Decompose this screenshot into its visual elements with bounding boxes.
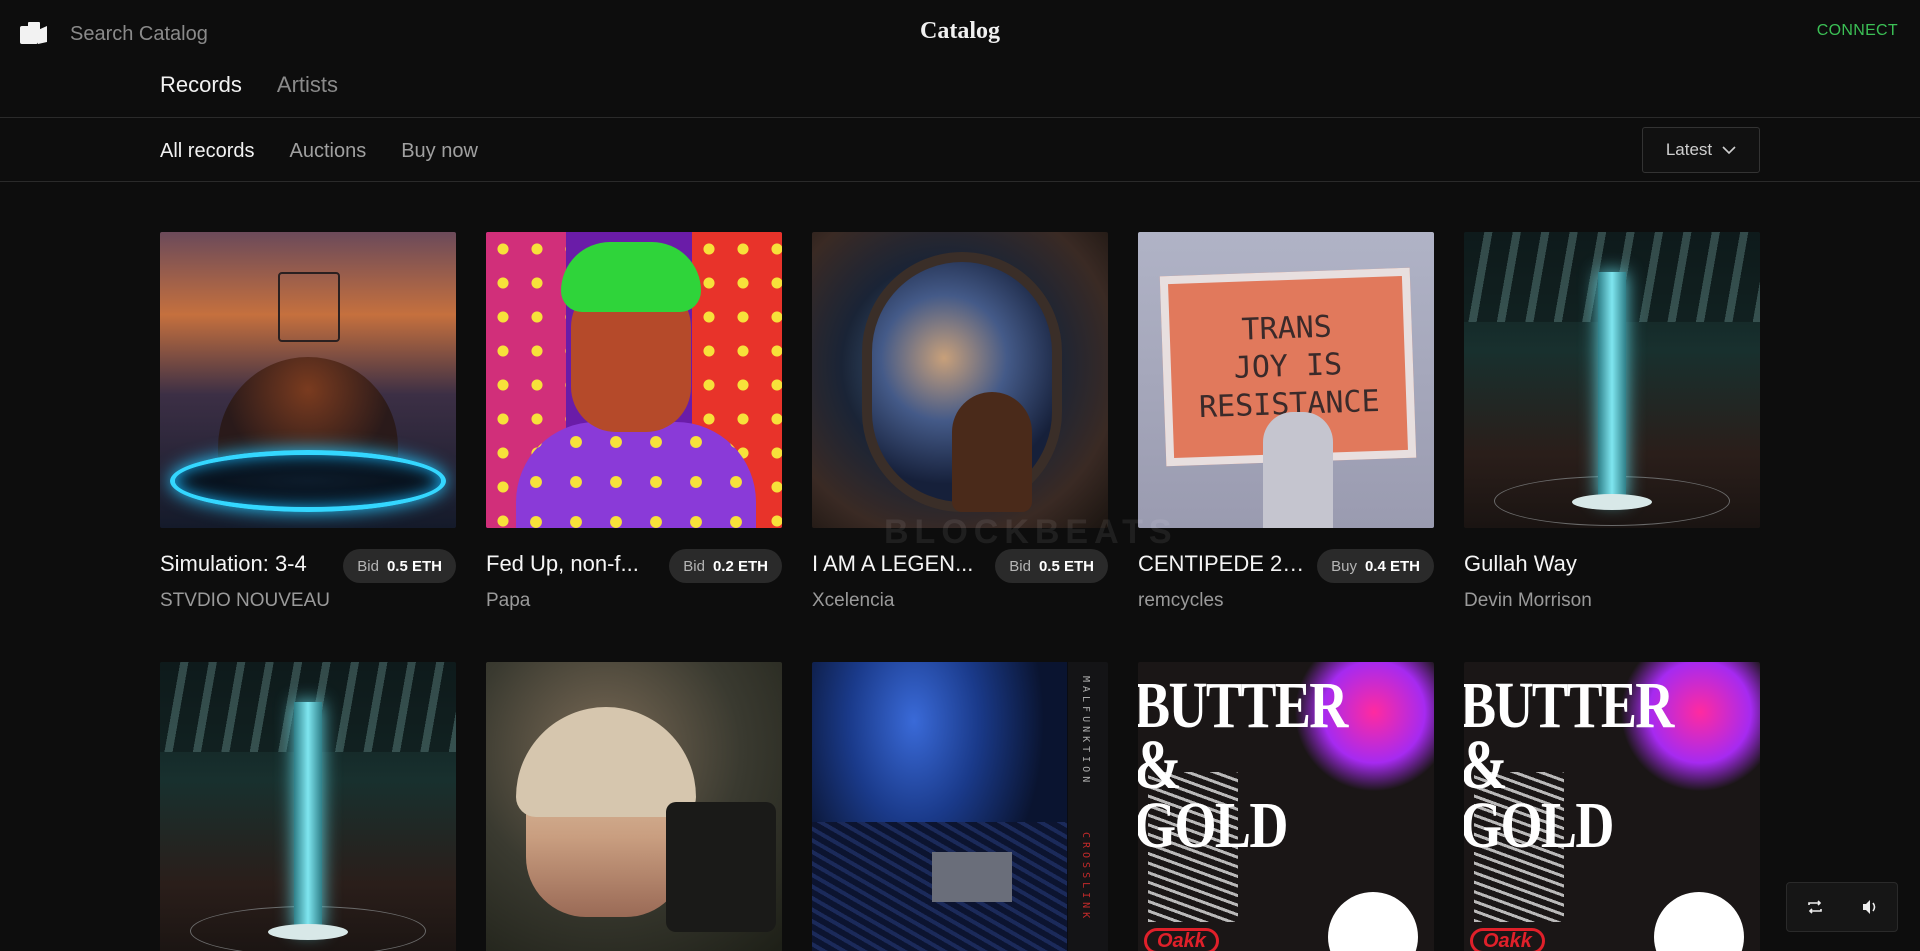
filter-auctions[interactable]: Auctions — [289, 140, 366, 163]
record-artwork[interactable]: BUTTER & GOLD Oakk — [1138, 662, 1434, 951]
record-card[interactable]: BUTTER & GOLD Oakk — [1138, 662, 1434, 951]
record-title[interactable]: Simulation: 3-4 — [160, 551, 307, 577]
record-title[interactable]: Gullah Way — [1464, 551, 1577, 577]
top-bar: Catalog CONNECT — [0, 0, 1920, 66]
record-card[interactable]: I AM A LEGEN... Bid 0.5 ETH Xcelencia — [812, 232, 1108, 611]
tab-artists[interactable]: Artists — [277, 72, 338, 98]
volume-button[interactable] — [1856, 893, 1884, 921]
price-kind: Bid — [357, 557, 379, 575]
catalog-logo-icon[interactable] — [20, 20, 48, 44]
sort-dropdown[interactable]: Latest — [1642, 127, 1760, 173]
artwork-strip-text: MALFUNKTION — [1080, 676, 1091, 787]
record-card[interactable] — [160, 662, 456, 951]
record-artwork[interactable] — [812, 232, 1108, 528]
price-kind: Bid — [683, 557, 705, 575]
filter-buy-now[interactable]: Buy now — [401, 140, 478, 163]
record-artwork[interactable]: BUTTER & GOLD Oakk — [1464, 662, 1760, 951]
watermark: BLOCKBEATS — [884, 513, 1178, 551]
record-artist[interactable]: Devin Morrison — [1464, 590, 1592, 612]
record-card[interactable]: BUTTER & GOLD Oakk — [1464, 662, 1760, 951]
artwork-label-logo: Oakk — [1470, 928, 1545, 951]
record-card[interactable]: Simulation: 3-4 Bid 0.5 ETH STVDIO NOUVE… — [160, 232, 456, 611]
record-artwork[interactable]: MALFUNKTION CROSSLINK — [812, 662, 1108, 951]
filter-tabs: All records Auctions Buy now — [160, 140, 478, 163]
record-artist[interactable]: Papa — [486, 590, 530, 612]
price-badge[interactable]: Buy 0.4 ETH — [1317, 549, 1434, 583]
price-value: 0.4 ETH — [1364, 557, 1420, 575]
filter-all-records[interactable]: All records — [160, 140, 254, 163]
chevron-down-icon — [1722, 146, 1736, 155]
tab-records[interactable]: Records — [160, 72, 242, 98]
record-artwork[interactable] — [160, 232, 456, 528]
record-title[interactable]: CENTIPEDE 2.... — [1138, 551, 1306, 577]
record-artwork[interactable] — [1464, 232, 1760, 528]
record-artwork[interactable] — [486, 232, 782, 528]
record-artwork[interactable] — [160, 662, 456, 951]
price-value: 0.2 ETH — [712, 557, 768, 575]
repeat-button[interactable] — [1801, 893, 1829, 921]
record-artwork[interactable] — [486, 662, 782, 951]
sort-label: Latest — [1665, 140, 1713, 159]
price-value: 0.5 ETH — [386, 557, 442, 575]
artwork-label-logo: Oakk — [1144, 928, 1219, 951]
price-kind: Bid — [1009, 557, 1031, 575]
price-value: 0.5 ETH — [1038, 557, 1094, 575]
price-badge[interactable]: Bid 0.2 ETH — [669, 549, 782, 583]
artwork-title-text: BUTTER & GOLD — [1138, 669, 1348, 862]
repeat-icon — [1807, 900, 1822, 914]
record-card[interactable]: TRANS JOY IS RESISTANCE CENTIPEDE 2.... … — [1138, 232, 1434, 611]
volume-icon — [1862, 900, 1875, 914]
search-input[interactable] — [70, 20, 390, 48]
record-title[interactable]: Fed Up, non-f... — [486, 551, 639, 577]
record-card[interactable] — [486, 662, 782, 951]
main-tabs: Records Artists — [160, 72, 338, 98]
price-badge[interactable]: Bid 0.5 ETH — [343, 549, 456, 583]
artwork-strip-text: CROSSLINK — [1080, 832, 1091, 923]
record-artist[interactable]: remcycles — [1138, 590, 1224, 612]
header-divider — [0, 117, 1920, 118]
filter-divider — [0, 181, 1920, 182]
record-title[interactable]: I AM A LEGEN... — [812, 551, 973, 577]
record-card[interactable]: MALFUNKTION CROSSLINK — [812, 662, 1108, 951]
record-artwork[interactable]: TRANS JOY IS RESISTANCE — [1138, 232, 1434, 528]
player-controls — [1786, 882, 1898, 932]
artwork-title-text: BUTTER & GOLD — [1464, 669, 1674, 862]
record-artist[interactable]: Xcelencia — [812, 590, 894, 612]
record-card[interactable]: Fed Up, non-f... Bid 0.2 ETH Papa — [486, 232, 782, 611]
price-kind: Buy — [1331, 557, 1357, 575]
price-badge[interactable]: Bid 0.5 ETH — [995, 549, 1108, 583]
connect-button[interactable]: CONNECT — [1817, 22, 1898, 40]
record-artist[interactable]: STVDIO NOUVEAU — [160, 590, 330, 612]
page-title[interactable]: Catalog — [920, 18, 1000, 44]
record-card[interactable]: Gullah Way Devin Morrison — [1464, 232, 1760, 611]
